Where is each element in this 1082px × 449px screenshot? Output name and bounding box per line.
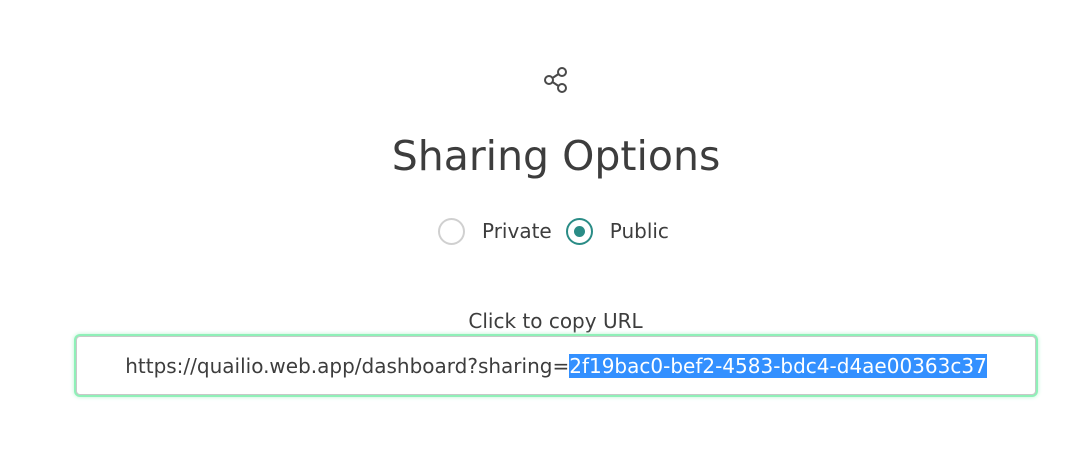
- sharing-dialog: Sharing Options Private Public Click to …: [0, 0, 1082, 449]
- visibility-radio-group: Private Public: [438, 214, 669, 248]
- share-url-field[interactable]: https://quailio.web.app/dashboard?sharin…: [76, 336, 1036, 395]
- share-icon: [544, 67, 567, 93]
- dialog-title: Sharing Options: [391, 132, 721, 180]
- share-url-token: 2f19bac0-bef2-4583-bdc4-d4ae00363c37: [569, 353, 987, 378]
- radio-option-public[interactable]: Public: [565, 217, 669, 245]
- share-url-prefix: https://quailio.web.app/dashboard?sharin…: [125, 353, 570, 378]
- radio-option-private[interactable]: Private: [438, 217, 566, 245]
- private-radio[interactable]: [438, 217, 465, 245]
- public-radio[interactable]: [565, 217, 593, 245]
- public-radio-label: Public: [609, 219, 669, 243]
- private-radio-label: Private: [482, 219, 552, 243]
- copy-url-hint: Click to copy URL: [468, 309, 643, 333]
